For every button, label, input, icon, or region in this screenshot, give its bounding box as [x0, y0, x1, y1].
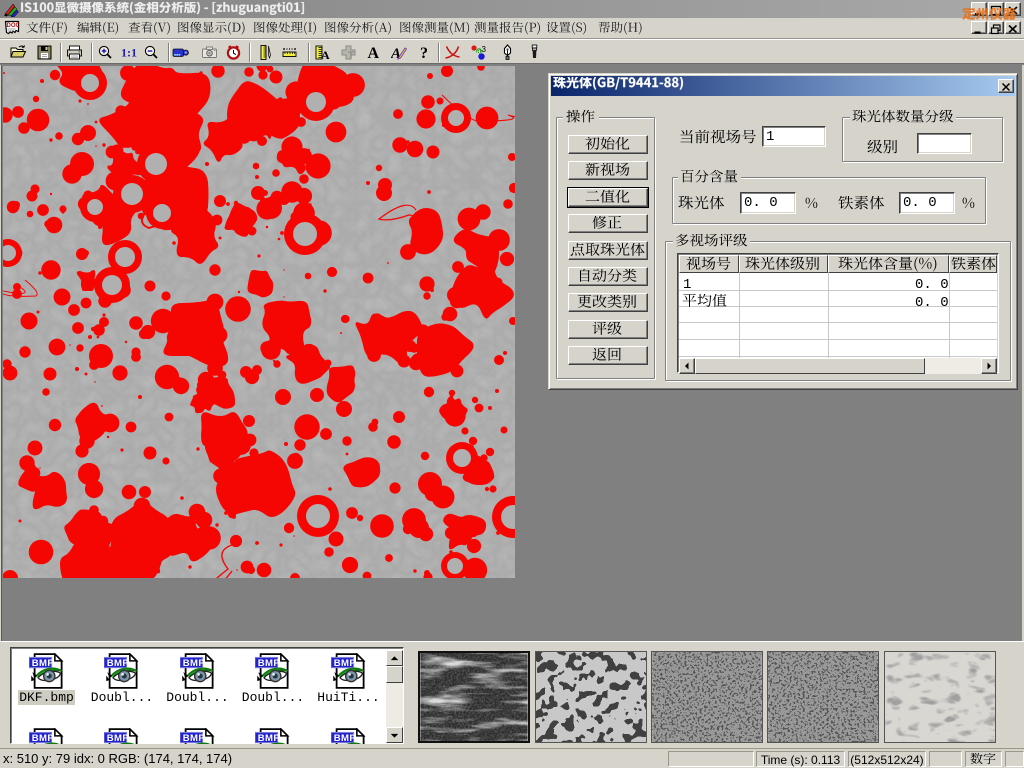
svg-text:BMP: BMP — [107, 658, 130, 669]
svg-text:BMP: BMP — [182, 733, 205, 744]
svg-text:?: ? — [420, 45, 428, 61]
svg-text:BMP: BMP — [107, 733, 130, 744]
svg-text:BMP: BMP — [333, 658, 356, 669]
svg-text:BMP: BMP — [31, 658, 54, 669]
svg-text:BMP: BMP — [258, 658, 281, 669]
svg-text:BMP: BMP — [333, 733, 356, 744]
svg-text:A: A — [321, 48, 330, 61]
svg-text:BMP: BMP — [258, 733, 281, 744]
svg-text:1:1: 1:1 — [121, 46, 137, 60]
svg-text:3: 3 — [482, 45, 487, 54]
svg-text:A: A — [368, 45, 380, 61]
svg-text:BMP: BMP — [182, 658, 205, 669]
svg-text:DOC: DOC — [7, 23, 21, 29]
svg-text:BMP: BMP — [31, 733, 54, 744]
